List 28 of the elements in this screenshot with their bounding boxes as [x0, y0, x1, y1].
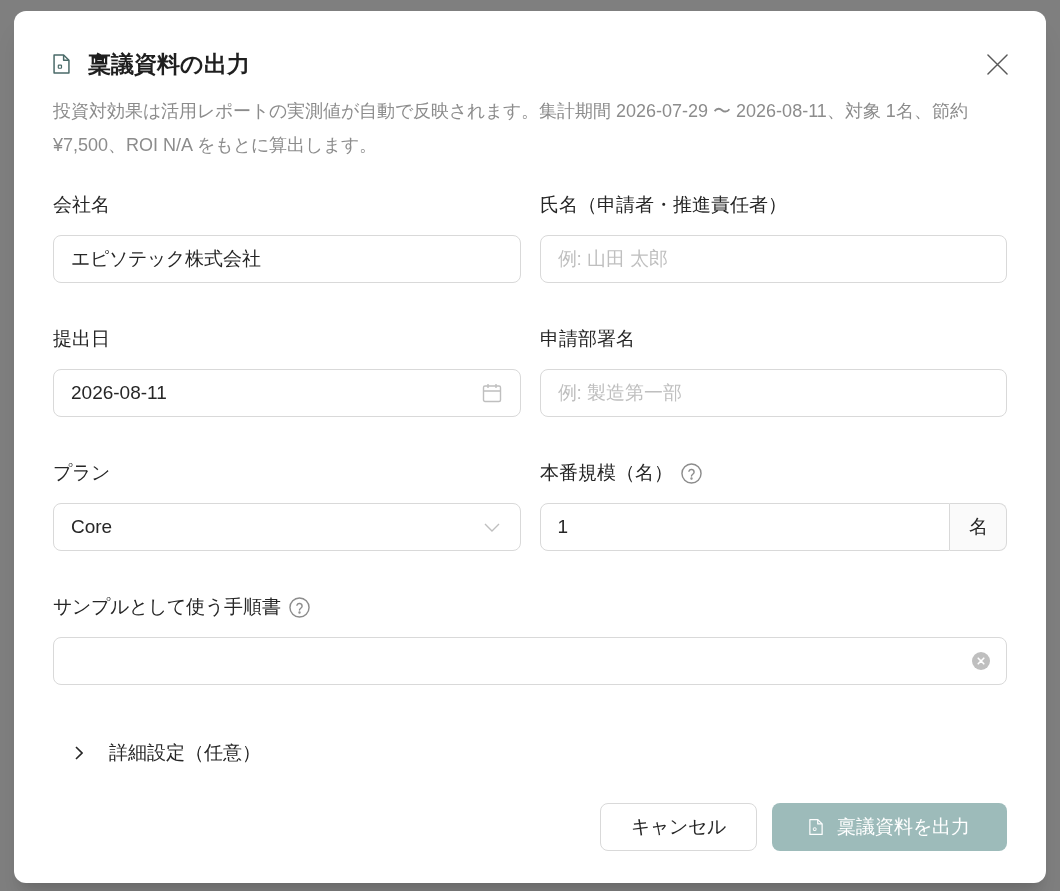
- date-field[interactable]: 2026-08-11: [53, 369, 521, 417]
- field-label: サンプルとして使う手順書: [53, 595, 281, 619]
- help-icon[interactable]: [289, 596, 310, 618]
- search-select-field[interactable]: [53, 637, 1007, 685]
- calendar-icon: [481, 383, 502, 403]
- field-label: プラン: [53, 461, 110, 485]
- field-label: 本番規模（名）: [539, 461, 673, 485]
- clear-icon[interactable]: [972, 652, 990, 670]
- close-button[interactable]: [984, 51, 1010, 77]
- document-icon: [809, 818, 823, 836]
- text-input[interactable]: 例: 山田 太郎: [539, 235, 1007, 283]
- select-field[interactable]: Core: [53, 503, 521, 551]
- number-input[interactable]: 1: [539, 503, 950, 551]
- dialog-description: 投資対効果は活用レポートの実測値が自動で反映されます。集計期間 2026-07-29 〜 2026-08-11、対象 1名、節約 ¥7,500、ROI N/A をもとに算出します。: [53, 100, 969, 157]
- field-label: 申請部署名: [539, 327, 635, 351]
- help-icon[interactable]: [680, 462, 702, 484]
- advanced-settings-toggle[interactable]: 詳細設定（任意）: [53, 738, 261, 768]
- close-icon: [986, 53, 1008, 75]
- field-label: 氏名（申請者・推進責任者）: [539, 193, 787, 217]
- cancel-button[interactable]: キャンセル: [600, 803, 757, 851]
- text-input[interactable]: 例: 製造第一部: [539, 369, 1007, 417]
- document-icon: [53, 53, 70, 75]
- unit-addon: 名: [950, 503, 1007, 551]
- field-label: 提出日: [53, 327, 110, 351]
- field-label: 会社名: [53, 193, 110, 217]
- text-input[interactable]: エピソテック株式会社: [53, 235, 521, 283]
- dialog-title: 稟議資料の出力: [88, 50, 250, 79]
- chevron-down-icon: [483, 522, 500, 532]
